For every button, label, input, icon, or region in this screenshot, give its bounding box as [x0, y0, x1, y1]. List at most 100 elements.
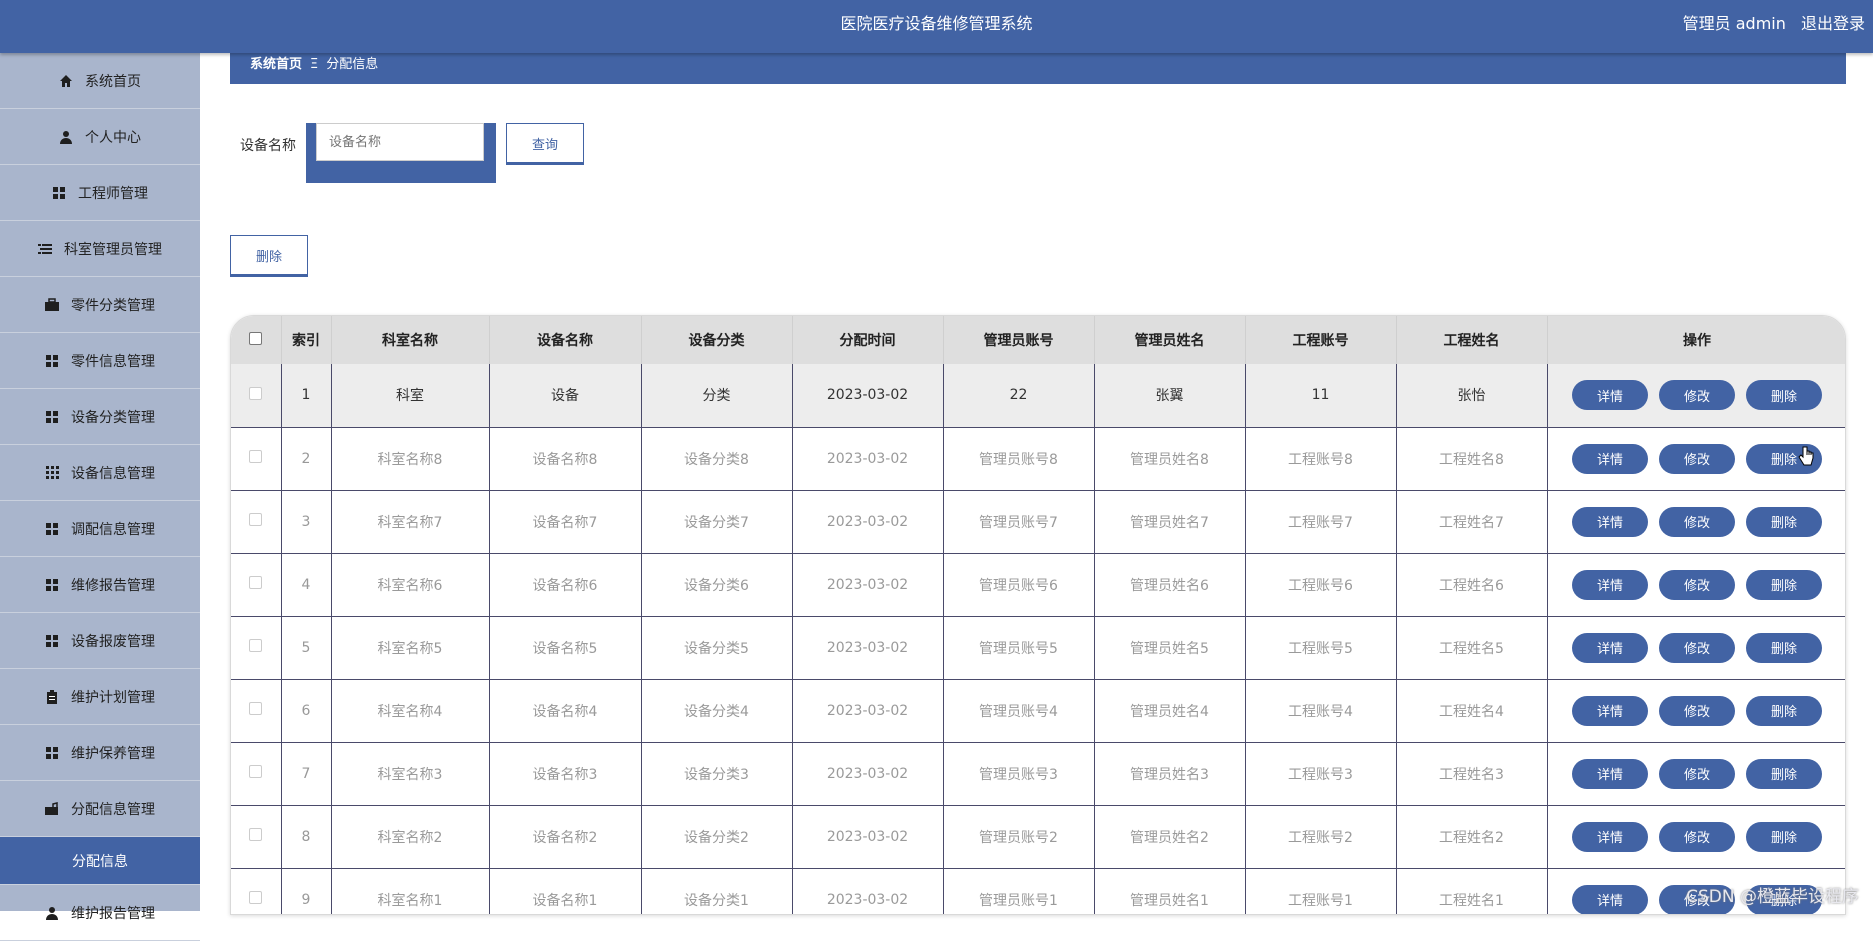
sidebar-item-label: 零件信息管理: [71, 353, 155, 370]
table-cell: 工程账号4: [1245, 679, 1397, 743]
row-checkbox[interactable]: [249, 891, 263, 904]
grid-icon: [45, 578, 59, 592]
table-cell: 管理员姓名4: [1094, 679, 1246, 743]
edit-button[interactable]: 修改: [1659, 758, 1735, 789]
table-cell: 设备: [489, 364, 642, 428]
table-cell: 设备名称2: [489, 805, 642, 869]
sidebar-item[interactable]: 设备信息管理: [0, 445, 200, 501]
table-cell: 设备分类4: [641, 679, 793, 743]
detail-button[interactable]: 详情: [1572, 821, 1648, 852]
row-select-cell: [231, 427, 282, 491]
table-cell: 管理员账号3: [943, 742, 1095, 806]
sidebar: 系统首页 个人中心 工程师管理 科室管理员管理零件分类管理 零件信息管理设备分类管理 设备…: [0, 53, 200, 941]
delete-button[interactable]: 删除: [1746, 506, 1822, 537]
sidebar-item[interactable]: 调配信息管理: [0, 501, 200, 557]
sidebar-item[interactable]: 维护报告管理: [0, 885, 200, 941]
table-cell: 5: [281, 616, 332, 680]
batch-delete-button[interactable]: 删除: [230, 235, 308, 275]
detail-button[interactable]: 详情: [1572, 758, 1648, 789]
delete-button[interactable]: 删除: [1746, 758, 1822, 789]
table-cell: 9: [281, 868, 332, 914]
table-cell: 设备分类5: [641, 616, 793, 680]
sidebar-item[interactable]: 系统首页: [0, 53, 200, 109]
column-header: 设备分类: [641, 316, 793, 364]
row-checkbox[interactable]: [249, 450, 263, 463]
table-cell: 张怡: [1396, 364, 1548, 428]
breadcrumb-home[interactable]: 系统首页: [250, 57, 302, 72]
row-actions: 详情 修改 删除: [1547, 553, 1845, 617]
table-cell: 管理员姓名3: [1094, 742, 1246, 806]
row-select-cell: [231, 805, 282, 869]
edit-button[interactable]: 修改: [1659, 506, 1735, 537]
row-checkbox[interactable]: [249, 639, 263, 652]
search-bar: 设备名称 查询: [240, 123, 584, 183]
column-header: 工程账号: [1245, 316, 1397, 364]
table-cell: 设备名称4: [489, 679, 642, 743]
table-cell: 工程姓名1: [1396, 868, 1548, 914]
sidebar-item[interactable]: 分配信息管理: [0, 781, 200, 837]
search-input[interactable]: [316, 123, 484, 161]
detail-button[interactable]: 详情: [1572, 695, 1648, 726]
table-row: 8 科室名称2 设备名称2 设备分类2 2023-03-02 管理员账号2 管理员姓名2 工程…: [231, 805, 1845, 869]
row-checkbox[interactable]: [249, 765, 263, 778]
table-cell: 4: [281, 553, 332, 617]
sidebar-item[interactable]: 维护计划管理: [0, 669, 200, 725]
row-checkbox[interactable]: [249, 576, 263, 589]
edit-button[interactable]: 修改: [1659, 380, 1735, 411]
detail-button[interactable]: 详情: [1572, 884, 1648, 914]
sidebar-item[interactable]: 科室管理员管理: [0, 221, 200, 277]
sidebar-subitem-active[interactable]: 分配信息: [0, 837, 200, 885]
sidebar-item[interactable]: 维护保养管理: [0, 725, 200, 781]
delete-button[interactable]: 删除: [1746, 569, 1822, 600]
row-actions: 详情 修改 删除: [1547, 805, 1845, 869]
delete-button[interactable]: 删除: [1746, 632, 1822, 663]
delete-button[interactable]: 删除: [1746, 380, 1822, 411]
table-cell: 设备名称8: [489, 427, 642, 491]
column-header: 索引: [281, 316, 332, 364]
sidebar-item[interactable]: 设备分类管理: [0, 389, 200, 445]
table-cell: 工程姓名7: [1396, 490, 1548, 554]
sidebar-item[interactable]: 零件信息管理: [0, 333, 200, 389]
sidebar-item-label: 零件分类管理: [71, 297, 155, 314]
table-cell: 科室名称1: [331, 868, 490, 914]
delete-button[interactable]: 删除: [1746, 695, 1822, 726]
detail-button[interactable]: 详情: [1572, 632, 1648, 663]
user-area: 管理员 admin 退出登录: [1673, 0, 1865, 48]
sidebar-item[interactable]: 维修报告管理: [0, 557, 200, 613]
row-checkbox[interactable]: [249, 702, 263, 715]
logout-link[interactable]: 退出登录: [1801, 14, 1865, 33]
user-icon: [45, 906, 59, 920]
sidebar-item[interactable]: 工程师管理: [0, 165, 200, 221]
table-cell: 工程账号7: [1245, 490, 1397, 554]
briefcase-icon: [45, 297, 59, 312]
detail-button[interactable]: 详情: [1572, 569, 1648, 600]
detail-button[interactable]: 详情: [1572, 443, 1648, 474]
table-cell: 2: [281, 427, 332, 491]
row-actions: 详情 修改 删除: [1547, 490, 1845, 554]
table-cell: 管理员姓名5: [1094, 616, 1246, 680]
sidebar-item[interactable]: 零件分类管理: [0, 277, 200, 333]
table-cell: 2023-03-02: [792, 868, 944, 914]
select-all-checkbox[interactable]: [249, 331, 263, 345]
detail-button[interactable]: 详情: [1572, 380, 1648, 411]
row-checkbox[interactable]: [249, 513, 263, 526]
row-checkbox[interactable]: [249, 828, 263, 841]
edit-button[interactable]: 修改: [1659, 569, 1735, 600]
edit-button[interactable]: 修改: [1659, 632, 1735, 663]
table-cell: 管理员账号1: [943, 868, 1095, 914]
query-button[interactable]: 查询: [506, 123, 584, 163]
table-cell: 22: [943, 364, 1095, 428]
edit-button[interactable]: 修改: [1659, 821, 1735, 852]
row-actions: 详情 修改 删除: [1547, 364, 1845, 428]
delete-button[interactable]: 删除: [1746, 821, 1822, 852]
grid-icon: [45, 410, 59, 424]
edit-button[interactable]: 修改: [1659, 443, 1735, 474]
table-cell: 设备名称3: [489, 742, 642, 806]
sidebar-item[interactable]: 个人中心: [0, 109, 200, 165]
edit-button[interactable]: 修改: [1659, 695, 1735, 726]
detail-button[interactable]: 详情: [1572, 506, 1648, 537]
table-cell: 管理员姓名2: [1094, 805, 1246, 869]
row-checkbox[interactable]: [249, 386, 263, 400]
sidebar-item[interactable]: 设备报废管理: [0, 613, 200, 669]
table-cell: 6: [281, 679, 332, 743]
